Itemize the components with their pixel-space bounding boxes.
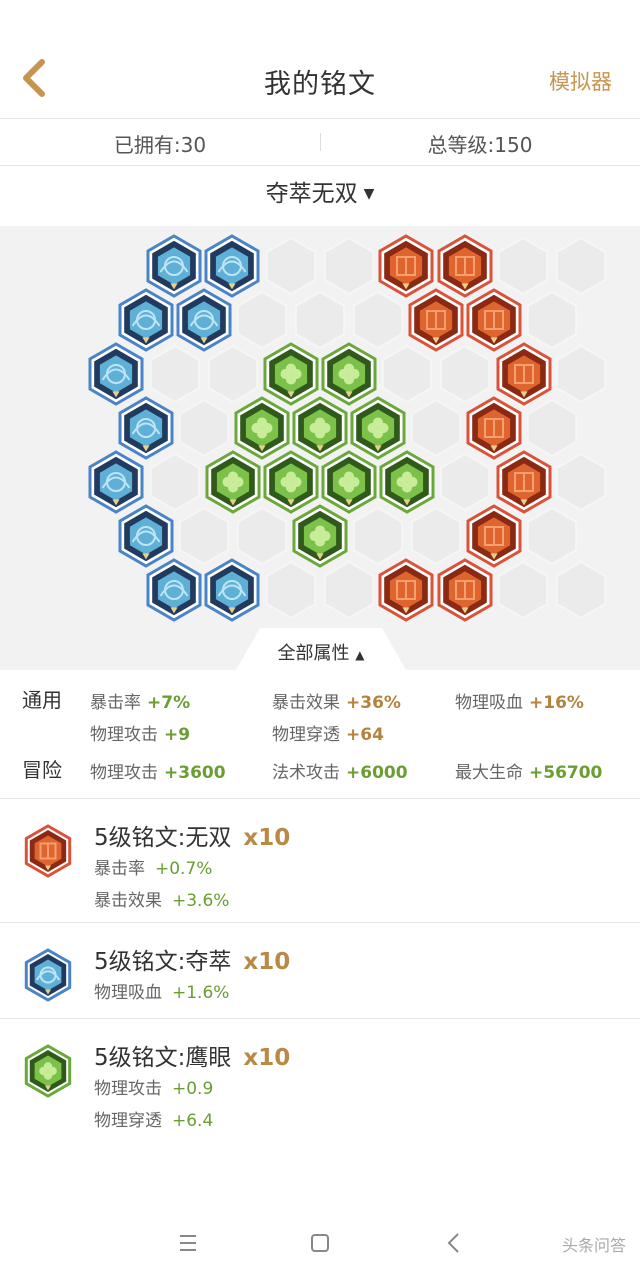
attribute-item: 物理攻击 +3600 xyxy=(90,763,226,783)
rune-slot-green[interactable] xyxy=(205,450,261,514)
rune-stat: 物理穿透 +6.4 xyxy=(94,1111,214,1131)
rune-stat: 暴击率 +0.7% xyxy=(94,859,213,879)
rune-stat: 物理吸血 +1.6% xyxy=(94,983,230,1003)
rune-page-name: 夺萃无双 xyxy=(265,181,358,207)
rune-slot-red[interactable] xyxy=(466,396,522,460)
rune-slot-red[interactable] xyxy=(496,450,552,514)
rune-slot-blue[interactable] xyxy=(118,288,174,352)
rune-slot-blue[interactable] xyxy=(88,342,144,406)
rune-slot-blue[interactable] xyxy=(146,558,202,622)
attribute-item: 法术攻击 +6000 xyxy=(272,763,408,783)
attribute-item: 物理吸血 +16% xyxy=(455,693,584,713)
rune-slot-green[interactable] xyxy=(321,450,377,514)
square-icon xyxy=(311,1234,329,1252)
chevron-up-icon: ▲ xyxy=(355,648,365,662)
attribute-item: 最大生命 +56700 xyxy=(455,763,603,783)
page-title: 我的铭文 xyxy=(264,69,376,100)
attribute-item: 暴击效果 +36% xyxy=(272,693,401,713)
rune-stat: 物理攻击 +0.9 xyxy=(94,1079,214,1099)
attribute-item: 物理攻击 +9 xyxy=(90,725,191,745)
rune-slot-blue[interactable] xyxy=(176,288,232,352)
total-level: 总等级:150 xyxy=(427,133,533,157)
system-navigation-bar xyxy=(0,1210,640,1280)
rune-slot-green[interactable] xyxy=(350,396,406,460)
header: 我的铭文 模拟器 xyxy=(0,40,640,118)
rune-slot-red[interactable] xyxy=(496,342,552,406)
rune-slot-red[interactable] xyxy=(437,234,493,298)
rune-slot-green[interactable] xyxy=(234,396,290,460)
rune-name: 5级铭文:夺萃 x10 xyxy=(94,949,291,975)
rune-wushuang-icon xyxy=(24,824,72,878)
category-adventure: 冒险 xyxy=(22,758,62,782)
attributes-panel: 通用 暴击率 +7% 暴击效果 +36% 物理吸血 +16% 物理攻击 +9 物理穿透 +… xyxy=(0,670,640,799)
all-attributes-label: 全部属性 ▲ xyxy=(277,643,365,664)
simulator-button[interactable]: 模拟器 xyxy=(549,66,612,96)
rune-slot-green[interactable] xyxy=(263,342,319,406)
rune-slot-red[interactable] xyxy=(466,504,522,568)
rune-name: 5级铭文:无双 x10 xyxy=(94,825,291,851)
menu-icon xyxy=(180,1235,196,1251)
rune-slot-green[interactable] xyxy=(379,450,435,514)
triangle-left-icon xyxy=(447,1233,459,1253)
rune-slot-red[interactable] xyxy=(378,558,434,622)
rune-slot-red[interactable] xyxy=(437,558,493,622)
nav-home-button[interactable] xyxy=(300,1228,340,1258)
chevron-down-icon: ▼ xyxy=(363,186,375,202)
nav-menu-button[interactable] xyxy=(168,1228,208,1258)
rune-slot-green[interactable] xyxy=(321,342,377,406)
rune-list-item[interactable]: 5级铭文:鹰眼 x10 物理攻击 +0.9 物理穿透 +6.4 xyxy=(0,1020,640,1140)
rune-yingyan-icon xyxy=(24,1044,72,1098)
rune-slot-blue[interactable] xyxy=(146,234,202,298)
rune-slot-blue[interactable] xyxy=(118,396,174,460)
rune-board-canvas xyxy=(88,234,607,622)
rune-page-selector[interactable]: 夺萃无双 ▼ xyxy=(0,174,640,218)
rune-slot-green[interactable] xyxy=(292,504,348,568)
watermark: 头条问答 xyxy=(561,1236,626,1255)
attribute-item: 暴击率 +7% xyxy=(90,693,191,713)
rune-slot-red[interactable] xyxy=(408,288,464,352)
rune-slot-green[interactable] xyxy=(292,396,348,460)
rune-duocui-icon xyxy=(24,948,72,1002)
attribute-item: 物理穿透 +64 xyxy=(272,725,384,745)
rune-slot-green[interactable] xyxy=(263,450,319,514)
rune-slot-red[interactable] xyxy=(466,288,522,352)
rune-list-item[interactable]: 5级铭文:夺萃 x10 物理吸血 +1.6% xyxy=(0,924,640,1019)
stats-bar: 已拥有:30 总等级:150 xyxy=(0,118,640,166)
rune-board xyxy=(0,226,640,670)
all-attributes-tab[interactable]: 全部属性 ▲ xyxy=(236,628,406,670)
rune-slot-blue[interactable] xyxy=(118,504,174,568)
rune-slot-red[interactable] xyxy=(378,234,434,298)
rune-slot-blue[interactable] xyxy=(204,558,260,622)
rune-stat: 暴击效果 +3.6% xyxy=(94,891,230,911)
rune-slot-blue[interactable] xyxy=(88,450,144,514)
owned-count: 已拥有:30 xyxy=(113,133,207,157)
rune-name: 5级铭文:鹰眼 x10 xyxy=(94,1045,291,1071)
category-general: 通用 xyxy=(22,688,62,712)
nav-back-button[interactable] xyxy=(434,1228,474,1258)
rune-list-item[interactable]: 5级铭文:无双 x10 暴击率 +0.7% 暴击效果 +3.6% xyxy=(0,800,640,923)
rune-slot-blue[interactable] xyxy=(204,234,260,298)
